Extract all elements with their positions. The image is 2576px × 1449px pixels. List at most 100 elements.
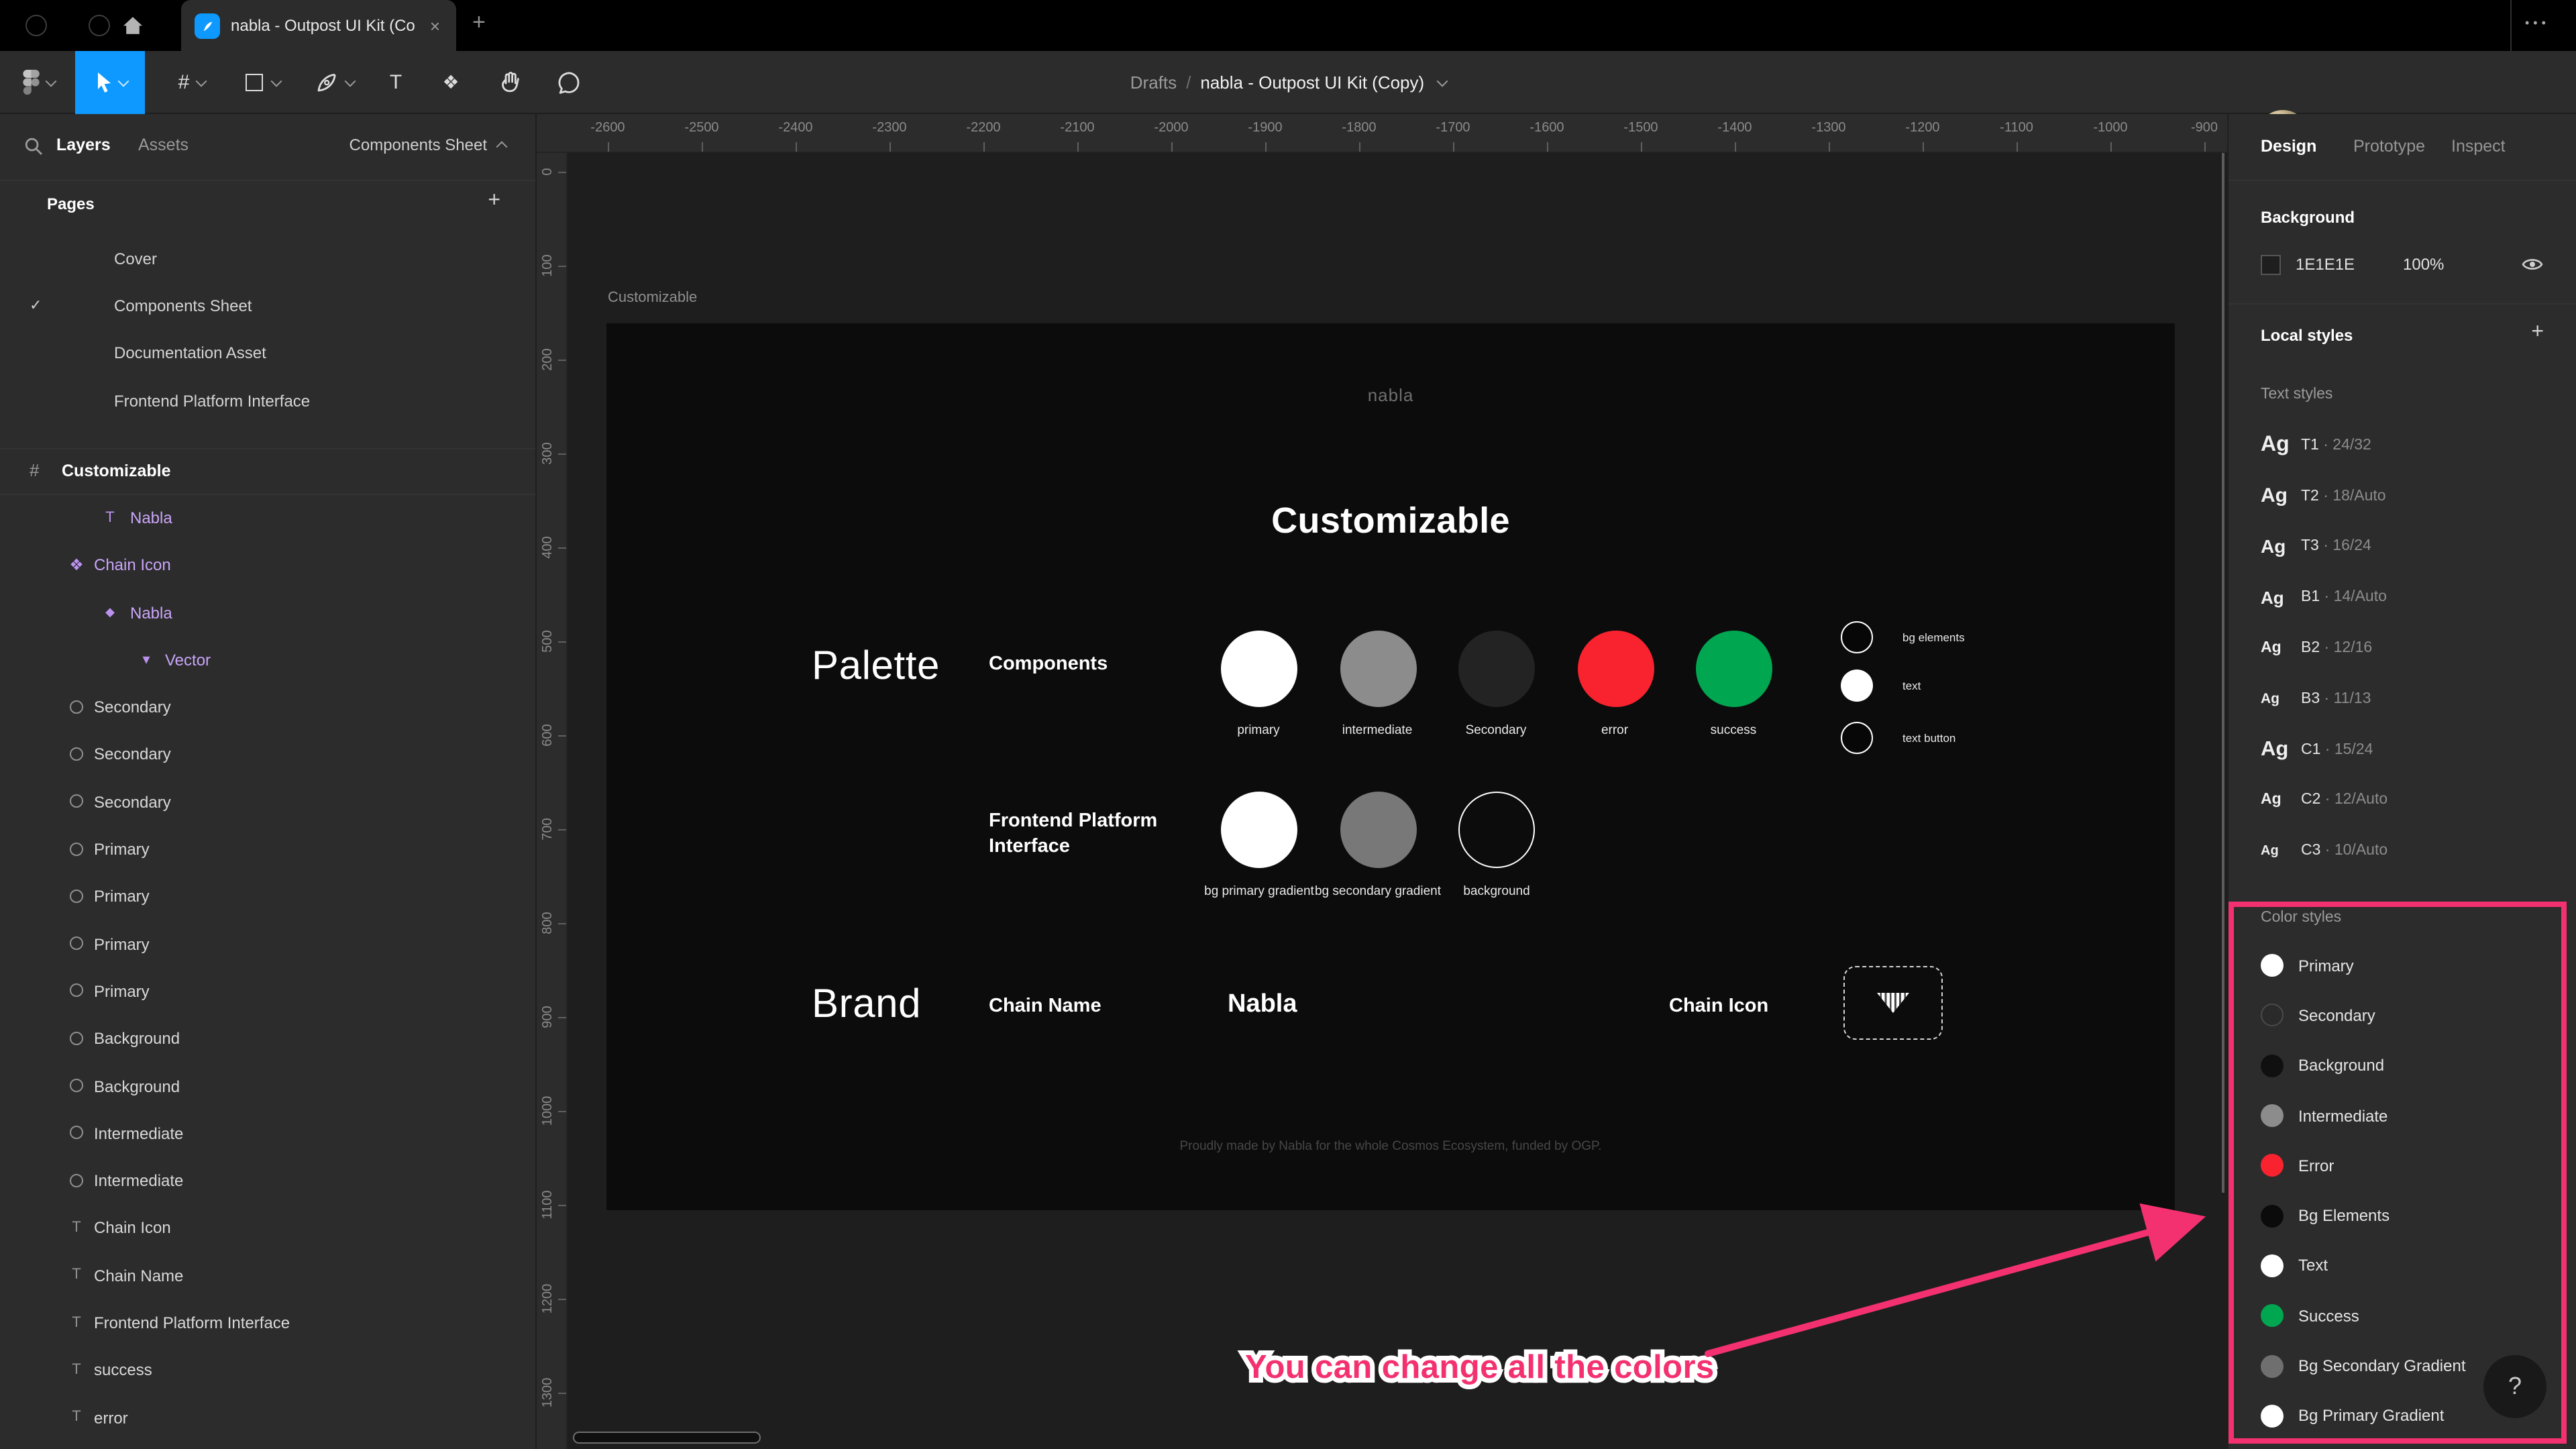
- layer-row[interactable]: Primary: [0, 920, 535, 968]
- layer-row[interactable]: Background: [0, 1063, 535, 1110]
- breadcrumb-folder[interactable]: Drafts: [1130, 72, 1177, 93]
- text-style-row[interactable]: Ag C3 · 10/Auto: [2229, 826, 2576, 877]
- tab-layers[interactable]: Layers: [56, 136, 111, 154]
- page-item[interactable]: ✓ Components Sheet: [0, 282, 535, 330]
- window-control-icon[interactable]: [25, 15, 47, 36]
- vertical-scrollbar[interactable]: [2221, 153, 2224, 1193]
- ruler-label: -900: [2190, 121, 2218, 136]
- close-tab-icon[interactable]: ×: [427, 15, 443, 36]
- color-style-row[interactable]: Text: [2229, 1241, 2576, 1291]
- layer-row[interactable]: Tsuccess: [0, 1347, 535, 1395]
- background-color-swatch[interactable]: [2261, 254, 2281, 274]
- text-style-row[interactable]: Ag B3 · 11/13: [2229, 674, 2576, 724]
- color-style-row[interactable]: Bg Elements: [2229, 1191, 2576, 1241]
- palette-swatch[interactable]: primary: [1221, 631, 1297, 738]
- section-customizable[interactable]: # Customizable: [0, 448, 535, 494]
- chain-icon-label[interactable]: Chain Icon: [1669, 996, 1768, 1017]
- fpi-swatch[interactable]: bg secondary gradient: [1315, 792, 1441, 899]
- add-style-button[interactable]: +: [2531, 321, 2544, 345]
- color-style-row[interactable]: Secondary: [2229, 991, 2576, 1041]
- tab-assets[interactable]: Assets: [138, 136, 189, 154]
- layer-row[interactable]: Background: [0, 1016, 535, 1063]
- layer-label: Primary: [94, 934, 150, 954]
- fpi-swatch[interactable]: bg primary gradient: [1204, 792, 1314, 899]
- layer-row[interactable]: T Chain Icon: [0, 1205, 535, 1252]
- overflow-menu-icon[interactable]: •••: [2525, 16, 2550, 30]
- tab-prototype[interactable]: Prototype: [2353, 137, 2425, 156]
- layer-row[interactable]: T Nabla: [0, 494, 535, 542]
- palette-swatch[interactable]: Secondary: [1458, 631, 1535, 738]
- layer-row[interactable]: T Frontend Platform Interface: [0, 1299, 535, 1347]
- layer-row[interactable]: Primary: [0, 873, 535, 921]
- layer-row[interactable]: ▾ Vector: [0, 637, 535, 684]
- ruler-tick: [1641, 142, 1642, 152]
- page-item[interactable]: Cover: [0, 235, 535, 282]
- color-style-row[interactable]: Background: [2229, 1040, 2576, 1091]
- frame-title-label[interactable]: Customizable: [608, 290, 697, 306]
- color-style-row[interactable]: Success: [2229, 1291, 2576, 1341]
- text-style-row[interactable]: Ag T1 · 24/32: [2229, 420, 2576, 471]
- text-style-row[interactable]: Ag T2 · 18/Auto: [2229, 471, 2576, 522]
- text-style-row[interactable]: Ag C2 · 12/Auto: [2229, 775, 2576, 826]
- page-item[interactable]: Frontend Platform Interface: [0, 377, 535, 425]
- local-styles-heading: Local styles: [2261, 326, 2353, 345]
- nabla-logo[interactable]: nabla: [606, 385, 2175, 405]
- palette-heading[interactable]: Palette: [812, 644, 940, 690]
- layer-row[interactable]: Secondary: [0, 684, 535, 731]
- color-style-row[interactable]: Intermediate: [2229, 1091, 2576, 1141]
- palette-token[interactable]: text button: [1841, 722, 1955, 754]
- palette-token[interactable]: text: [1841, 669, 1921, 702]
- layer-row[interactable]: ❖ Chain Icon: [0, 542, 535, 590]
- color-style-row[interactable]: Primary: [2229, 941, 2576, 991]
- layer-row[interactable]: Intermediate: [0, 1157, 535, 1205]
- home-icon[interactable]: [121, 13, 145, 38]
- palette-swatch[interactable]: error: [1577, 631, 1654, 738]
- brand-heading[interactable]: Brand: [812, 982, 921, 1028]
- horizontal-scrollbar[interactable]: [573, 1432, 761, 1444]
- search-icon[interactable]: [24, 137, 43, 156]
- text-style-row[interactable]: Ag B2 · 12/16: [2229, 623, 2576, 674]
- tab-design[interactable]: Design: [2261, 137, 2316, 156]
- layer-row[interactable]: T Chain Name: [0, 1252, 535, 1300]
- fpi-label[interactable]: Frontend Platform Interface: [989, 809, 1163, 860]
- layer-row[interactable]: Intermediate: [0, 1110, 535, 1158]
- tab-inspect[interactable]: Inspect: [2451, 137, 2506, 156]
- background-opacity-value[interactable]: 100%: [2403, 255, 2521, 274]
- fpi-swatch[interactable]: background: [1458, 792, 1535, 899]
- chevron-down-icon[interactable]: [1436, 74, 1448, 87]
- new-tab-button[interactable]: +: [472, 9, 486, 36]
- ruler-tick: [2017, 142, 2018, 152]
- annotation-arrow[interactable]: [1690, 1201, 2227, 1389]
- frame-heading[interactable]: Customizable: [606, 500, 2175, 542]
- palette-swatch[interactable]: intermediate: [1340, 631, 1416, 738]
- palette-swatch[interactable]: success: [1696, 631, 1772, 738]
- text-style-row[interactable]: Ag B1 · 14/Auto: [2229, 572, 2576, 623]
- help-button[interactable]: ?: [2483, 1355, 2546, 1418]
- breadcrumb-filename[interactable]: nabla - Outpost UI Kit (Copy): [1200, 72, 1424, 93]
- text-style-row[interactable]: Ag T3 · 16/24: [2229, 521, 2576, 572]
- palette-token[interactable]: bg elements: [1841, 621, 1965, 653]
- page-selector[interactable]: Components Sheet: [350, 136, 508, 154]
- background-color-row[interactable]: 1E1E1E 100%: [2261, 252, 2544, 276]
- layer-row[interactable]: ◆ Nabla: [0, 589, 535, 637]
- components-label[interactable]: Components: [989, 653, 1108, 675]
- layer-row[interactable]: Secondary: [0, 731, 535, 779]
- window-control-icon[interactable]: [89, 15, 110, 36]
- layer-row[interactable]: Terror: [0, 1394, 535, 1442]
- canvas[interactable]: -2600 -2500 -2400 -2300 -2200 -2100 -2000 -1900…: [537, 114, 2227, 1449]
- chain-icon-placeholder[interactable]: [1843, 966, 1943, 1040]
- customizable-frame[interactable]: nabla Customizable Palette Components pr…: [606, 323, 2175, 1210]
- chain-name-value[interactable]: Nabla: [1228, 990, 1297, 1020]
- eye-icon[interactable]: [2521, 256, 2544, 272]
- text-style-row[interactable]: Ag C1 · 15/24: [2229, 724, 2576, 775]
- add-page-button[interactable]: +: [488, 189, 500, 213]
- color-style-row[interactable]: Error: [2229, 1140, 2576, 1191]
- layer-row[interactable]: Primary: [0, 826, 535, 873]
- chain-name-label[interactable]: Chain Name: [989, 996, 1102, 1017]
- layer-label: Background: [94, 1077, 180, 1096]
- background-hex-value[interactable]: 1E1E1E: [2296, 255, 2403, 274]
- file-tab[interactable]: nabla - Outpost UI Kit (Copy) ×: [181, 0, 456, 51]
- page-item[interactable]: Documentation Asset: [0, 329, 535, 377]
- layer-row[interactable]: Secondary: [0, 779, 535, 826]
- layer-row[interactable]: Primary: [0, 968, 535, 1016]
